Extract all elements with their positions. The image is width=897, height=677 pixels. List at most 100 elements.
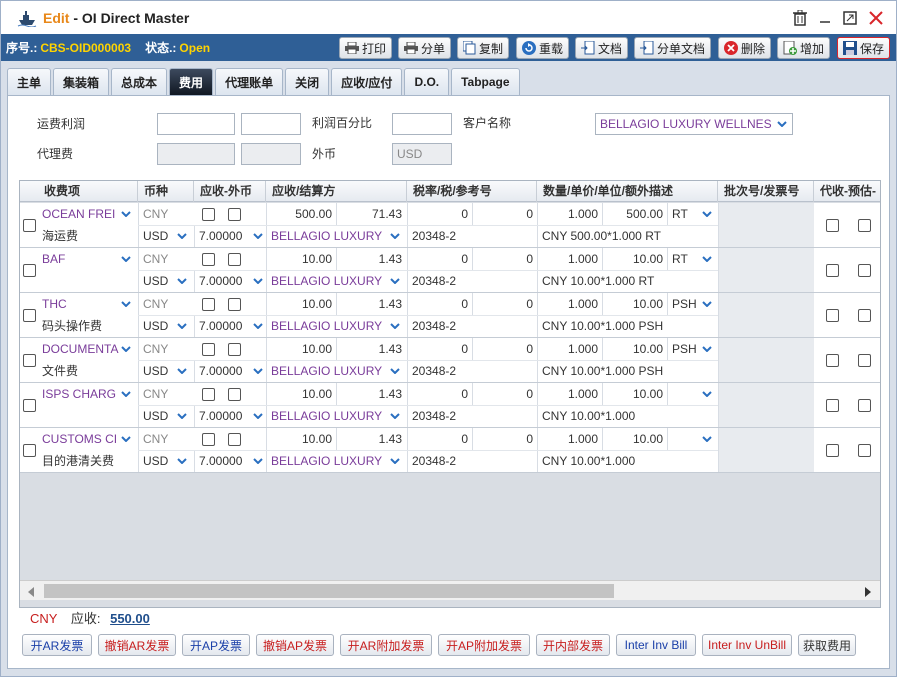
unit-select[interactable] <box>667 428 697 450</box>
tax-amount-input[interactable]: 0 <box>472 338 537 360</box>
chevron-down-icon[interactable] <box>174 453 190 469</box>
exchange-rate-input[interactable]: 7.00000 <box>194 405 250 427</box>
estimate-checkbox[interactable] <box>858 444 871 457</box>
chevron-down-icon[interactable] <box>118 431 134 447</box>
fx-checkbox[interactable] <box>228 343 241 356</box>
docs-button[interactable]: 文档 <box>575 37 629 59</box>
chevron-down-icon[interactable] <box>250 453 266 469</box>
chevron-down-icon[interactable] <box>387 273 403 289</box>
quantity-input[interactable]: 1.000 <box>537 428 602 450</box>
settlement-party-select[interactable]: BELLAGIO LUXURY <box>266 405 386 427</box>
invoice-button-2[interactable]: 开AP发票 <box>182 634 250 656</box>
reference-number[interactable]: 20348-2 <box>407 360 537 382</box>
quantity-input[interactable]: 1.000 <box>537 338 602 360</box>
fx-checkbox[interactable] <box>228 388 241 401</box>
unit-price-input[interactable]: 500.00 <box>602 203 667 225</box>
chevron-down-icon[interactable] <box>118 296 134 312</box>
print-button[interactable]: 打印 <box>339 37 393 59</box>
charge-code-input[interactable]: CUSTOMS CI <box>40 428 120 450</box>
unit-select[interactable]: RT <box>667 203 697 225</box>
table-row[interactable]: ISPS CHARG CNY USD 7.00000 10.00 1.43 BELLAGIO… <box>20 383 880 428</box>
chevron-down-icon[interactable] <box>699 206 715 222</box>
tab-8[interactable]: Tabpage <box>451 68 520 95</box>
settlement-party-select[interactable]: BELLAGIO LUXURY <box>266 270 386 292</box>
split-button[interactable]: 分单 <box>398 37 452 59</box>
chevron-down-icon[interactable] <box>250 228 266 244</box>
amount-input[interactable]: 10.00 <box>266 338 336 360</box>
chevron-down-icon[interactable] <box>250 318 266 334</box>
tax-amount-input[interactable]: 0 <box>472 383 537 405</box>
unit-select[interactable]: PSH <box>667 338 697 360</box>
ar-checkbox[interactable] <box>202 343 215 356</box>
reference-number[interactable]: 20348-2 <box>407 405 537 427</box>
unit-price-input[interactable]: 10.00 <box>602 428 667 450</box>
tax-amount-input[interactable]: 0 <box>472 428 537 450</box>
unit-price-input[interactable]: 10.00 <box>602 383 667 405</box>
freight-profit-input[interactable] <box>157 113 235 135</box>
estimate-checkbox[interactable] <box>858 264 871 277</box>
customer-select[interactable]: BELLAGIO LUXURY WELLNES <box>595 113 793 135</box>
fx-amount-input[interactable]: 1.43 <box>336 383 406 405</box>
row-select-checkbox[interactable] <box>23 444 36 457</box>
fx-amount-input[interactable]: 1.43 <box>336 428 406 450</box>
column-header-2[interactable]: 应收-外币 <box>194 181 266 202</box>
unit-select[interactable]: RT <box>667 248 697 270</box>
ar-checkbox[interactable] <box>202 388 215 401</box>
chevron-down-icon[interactable] <box>387 318 403 334</box>
chevron-down-icon[interactable] <box>250 363 266 379</box>
chevron-down-icon[interactable] <box>699 341 715 357</box>
currency-select[interactable]: USD <box>138 315 178 337</box>
collect-checkbox[interactable] <box>826 444 839 457</box>
ar-checkbox[interactable] <box>202 253 215 266</box>
scroll-thumb[interactable] <box>44 584 614 598</box>
tax-rate-input[interactable]: 0 <box>407 203 472 225</box>
reference-number[interactable]: 20348-2 <box>407 270 537 292</box>
quantity-input[interactable]: 1.000 <box>537 203 602 225</box>
unit-select[interactable]: PSH <box>667 293 697 315</box>
split-docs-button[interactable]: 分单文档 <box>634 37 712 59</box>
tax-rate-input[interactable]: 0 <box>407 428 472 450</box>
fx-amount-input[interactable]: 1.43 <box>336 248 406 270</box>
chevron-down-icon[interactable] <box>699 296 715 312</box>
unit-price-input[interactable]: 10.00 <box>602 338 667 360</box>
exchange-rate-input[interactable]: 7.00000 <box>194 270 250 292</box>
amount-input[interactable]: 10.00 <box>266 383 336 405</box>
tab-4[interactable]: 代理账单 <box>215 68 284 95</box>
invoice-button-4[interactable]: 开AR附加发票 <box>340 634 432 656</box>
chevron-down-icon[interactable] <box>174 228 190 244</box>
chevron-down-icon[interactable] <box>387 228 403 244</box>
delete-button[interactable]: 删除 <box>718 37 772 59</box>
collect-checkbox[interactable] <box>826 264 839 277</box>
chevron-down-icon[interactable] <box>174 408 190 424</box>
fx-checkbox[interactable] <box>228 253 241 266</box>
chevron-down-icon[interactable] <box>250 408 266 424</box>
tab-0[interactable]: 主单 <box>7 68 52 95</box>
chevron-down-icon[interactable] <box>699 431 715 447</box>
close-icon[interactable] <box>867 9 885 27</box>
trash-icon[interactable] <box>791 9 809 27</box>
fx-checkbox[interactable] <box>228 433 241 446</box>
fx-amount-input[interactable]: 71.43 <box>336 203 406 225</box>
profit-pct-input[interactable] <box>392 113 452 135</box>
amount-input[interactable]: 500.00 <box>266 203 336 225</box>
quantity-input[interactable]: 1.000 <box>537 293 602 315</box>
chevron-down-icon[interactable] <box>118 386 134 402</box>
reference-number[interactable]: 20348-2 <box>407 450 537 472</box>
tax-amount-input[interactable]: 0 <box>472 248 537 270</box>
copy-button[interactable]: 复制 <box>457 37 510 59</box>
chevron-down-icon[interactable] <box>699 251 715 267</box>
invoice-button-8[interactable]: Inter Inv UnBill <box>702 634 792 656</box>
exchange-rate-input[interactable]: 7.00000 <box>194 450 250 472</box>
fx-amount-input[interactable]: 1.43 <box>336 338 406 360</box>
ar-checkbox[interactable] <box>202 433 215 446</box>
quantity-input[interactable]: 1.000 <box>537 248 602 270</box>
save-button[interactable]: 保存 <box>837 37 891 59</box>
charge-code-input[interactable]: THC <box>40 293 120 315</box>
column-header-1[interactable]: 币种 <box>138 181 194 202</box>
column-header-3[interactable]: 应收/结算方 <box>266 181 407 202</box>
column-header-4[interactable]: 税率/税/参考号 <box>407 181 537 202</box>
charge-code-input[interactable]: DOCUMENTA <box>40 338 120 360</box>
reload-button[interactable]: 重载 <box>516 37 570 59</box>
amount-input[interactable]: 10.00 <box>266 248 336 270</box>
table-row[interactable]: THC 码头操作费 CNY USD 7.00000 10.00 1.43 BELLAGIO L… <box>20 293 880 338</box>
